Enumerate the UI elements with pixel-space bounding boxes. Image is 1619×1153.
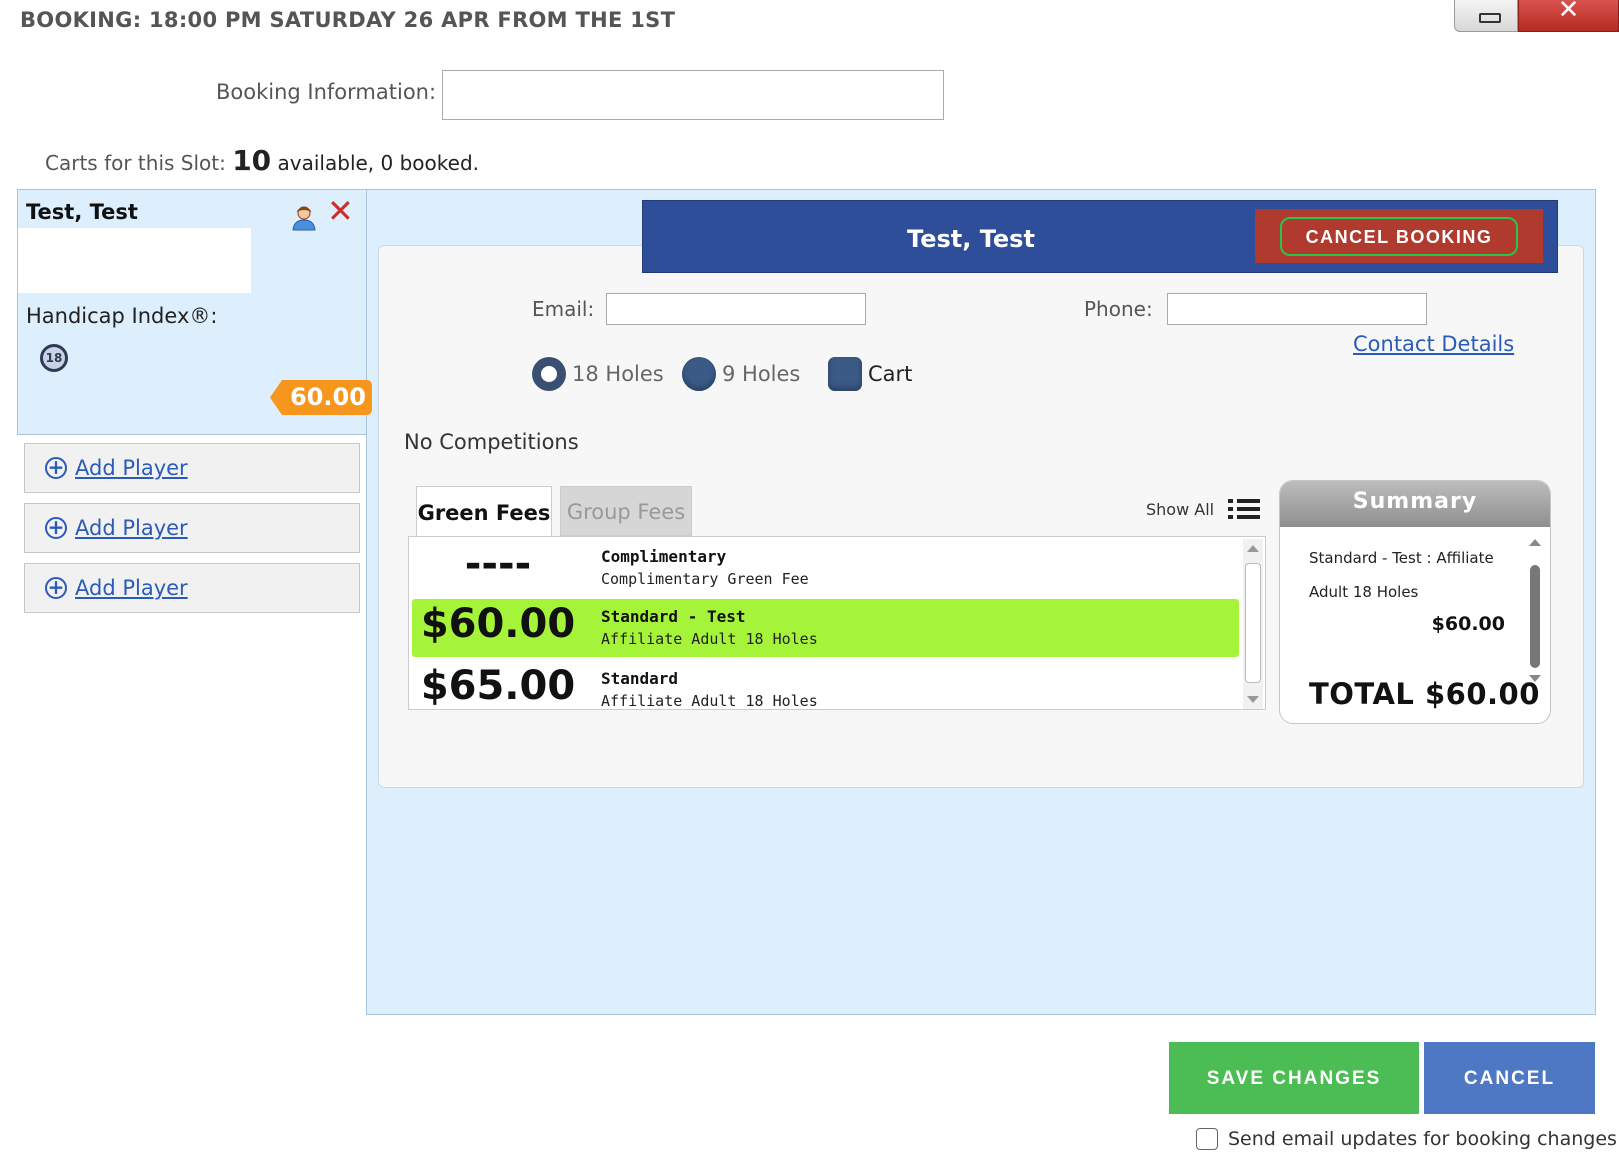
minimize-button[interactable]: [1454, 0, 1518, 32]
fee-row-selected[interactable]: $60.00 Standard - Test Affiliate Adult 1…: [412, 599, 1239, 657]
banner-player-name: Test, Test: [907, 225, 1035, 253]
option-9-holes-label: 9 Holes: [722, 362, 801, 386]
email-label: Email:: [532, 297, 595, 321]
player-price-tag: 60.00: [270, 380, 372, 415]
summary-line-item: Standard - Test : Affiliate: [1309, 549, 1494, 567]
add-player-link[interactable]: Add Player: [75, 576, 188, 600]
option-cart[interactable]: Cart: [828, 357, 912, 391]
player-name-banner: Test, Test CANCEL BOOKING: [642, 200, 1558, 273]
handicap-badge-value: 18: [43, 347, 65, 369]
email-updates-label: Send email updates for booking changes: [1228, 1128, 1617, 1150]
option-18-holes[interactable]: 18 Holes: [532, 357, 664, 391]
plus-circle-icon: +: [45, 517, 67, 539]
player-notes-box: [18, 228, 251, 293]
carts-available-text: available, 0 booked.: [277, 151, 479, 175]
competitions-status: No Competitions: [404, 430, 579, 454]
summary-total: TOTAL $60.00: [1309, 677, 1540, 711]
fee-subtitle: Affiliate Adult 18 Holes: [601, 692, 818, 710]
add-player-link[interactable]: Add Player: [75, 456, 188, 480]
phone-label: Phone:: [1084, 297, 1153, 321]
scroll-down-arrow-icon[interactable]: [1247, 696, 1259, 703]
fee-title: Standard: [601, 669, 679, 688]
player-name: Test, Test: [26, 200, 138, 224]
handicap-label: Handicap Index®:: [26, 304, 218, 328]
radio-unselected-icon[interactable]: [682, 357, 716, 391]
phone-field[interactable]: [1167, 293, 1427, 325]
plus-circle-icon: +: [45, 457, 67, 479]
radio-selected-icon[interactable]: [532, 357, 566, 391]
list-icon[interactable]: [1228, 496, 1261, 522]
add-player-row[interactable]: + Add Player: [24, 443, 360, 493]
add-player-row[interactable]: + Add Player: [24, 503, 360, 553]
fee-title: Standard - Test: [601, 607, 746, 626]
add-player-row[interactable]: + Add Player: [24, 563, 360, 613]
handicap-badge: 18: [40, 344, 68, 372]
option-9-holes[interactable]: 9 Holes: [682, 357, 800, 391]
save-changes-button[interactable]: SAVE CHANGES: [1169, 1042, 1419, 1114]
cart-checkbox[interactable]: [828, 357, 862, 391]
plus-circle-icon: +: [45, 577, 67, 599]
fee-list: ---- Complimentary Complimentary Green F…: [408, 536, 1266, 710]
scroll-thumb[interactable]: [1530, 565, 1540, 668]
window-controls: ✕: [1454, 0, 1619, 32]
fee-row[interactable]: ---- Complimentary Complimentary Green F…: [412, 539, 1239, 597]
page-title: BOOKING: 18:00 PM SATURDAY 26 APR FROM T…: [20, 8, 676, 32]
carts-available-count: 10: [232, 144, 272, 177]
fee-row[interactable]: $65.00 Standard Affiliate Adult 18 Holes: [412, 661, 1239, 710]
carts-label: Carts for this Slot:: [45, 151, 226, 175]
email-field[interactable]: [606, 293, 866, 325]
booking-info-label: Booking Information:: [216, 80, 437, 104]
email-updates-option[interactable]: Send email updates for booking changes: [1196, 1128, 1617, 1150]
show-all-label[interactable]: Show All: [1146, 500, 1214, 519]
close-button[interactable]: ✕: [1518, 0, 1619, 32]
cancel-booking-button[interactable]: CANCEL BOOKING: [1280, 217, 1518, 256]
email-updates-checkbox[interactable]: [1196, 1128, 1218, 1150]
option-18-holes-label: 18 Holes: [572, 362, 664, 386]
fee-title: Complimentary: [601, 547, 727, 566]
fee-subtitle: Affiliate Adult 18 Holes: [601, 630, 818, 648]
cancel-button[interactable]: CANCEL: [1424, 1042, 1595, 1114]
remove-player-icon[interactable]: ✕: [327, 195, 354, 227]
summary-heading: Summary: [1280, 481, 1550, 527]
option-cart-label: Cart: [868, 362, 913, 386]
fee-price: $65.00: [420, 663, 576, 709]
fee-price: ----: [464, 541, 532, 587]
cancel-booking-area: CANCEL BOOKING: [1255, 209, 1543, 263]
add-player-link[interactable]: Add Player: [75, 516, 188, 540]
scroll-up-arrow-icon[interactable]: [1247, 545, 1259, 552]
summary-panel: Summary Standard - Test : Affiliate Adul…: [1279, 480, 1551, 724]
fee-price: $60.00: [420, 601, 576, 647]
carts-summary: Carts for this Slot: 10 available, 0 boo…: [45, 144, 479, 177]
tab-green-fees[interactable]: Green Fees: [416, 486, 552, 538]
tab-group-fees[interactable]: Group Fees: [560, 486, 692, 536]
show-all-toggle[interactable]: Show All: [1146, 496, 1261, 522]
contact-details-link[interactable]: Contact Details: [1353, 332, 1514, 356]
fee-list-scrollbar[interactable]: [1243, 539, 1263, 709]
summary-line-item: Adult 18 Holes: [1309, 583, 1419, 601]
fee-subtitle: Complimentary Green Fee: [601, 570, 809, 588]
summary-scrollbar[interactable]: [1526, 539, 1544, 694]
scroll-up-arrow-icon[interactable]: [1529, 539, 1541, 546]
booking-info-input[interactable]: [442, 70, 944, 120]
summary-amount: $60.00: [1431, 613, 1505, 635]
person-icon[interactable]: [292, 205, 316, 231]
scroll-down-arrow-icon[interactable]: [1529, 675, 1541, 682]
scroll-thumb[interactable]: [1245, 563, 1261, 683]
